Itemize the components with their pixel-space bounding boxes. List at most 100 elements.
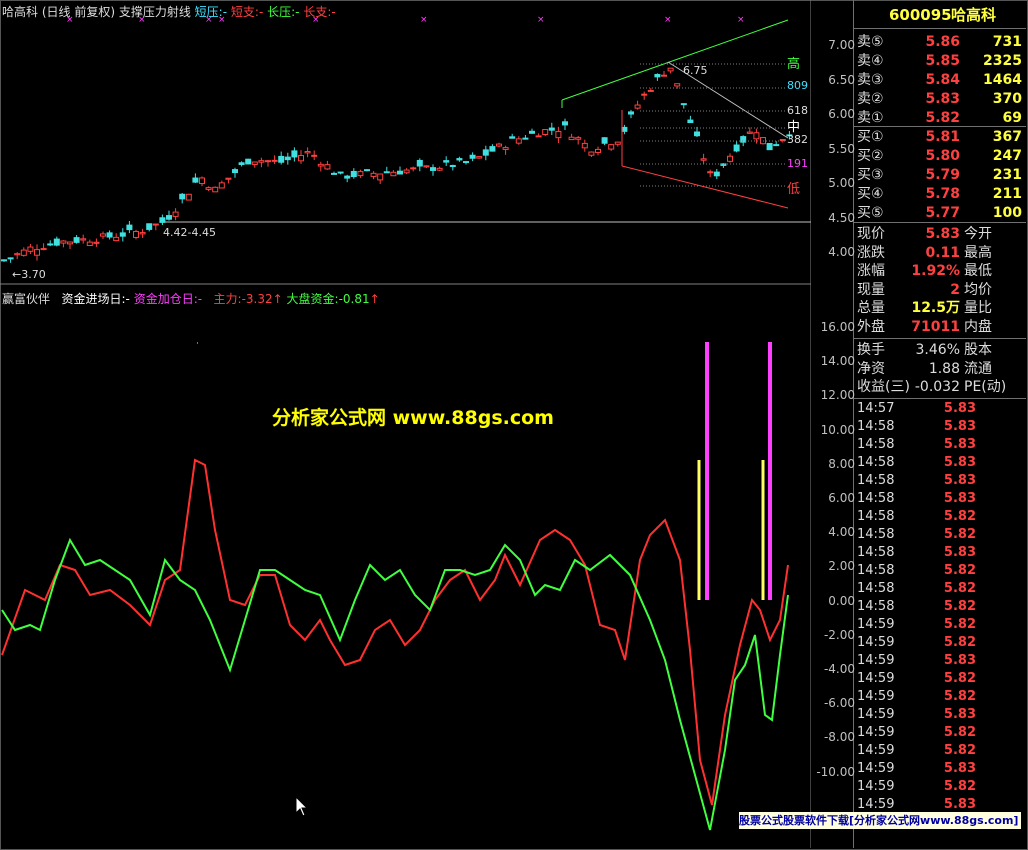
stat-tail: 流通 xyxy=(964,360,992,377)
candle-body xyxy=(146,223,153,230)
stat-label: 收益(三) xyxy=(857,379,910,395)
indicator-header: 赢富伙伴 资金进场日:- 资金加仓日:- 主力:-3.32↑ 大盘资金:-0.8… xyxy=(2,290,380,307)
candle-body xyxy=(746,131,753,134)
buy-label: 买① xyxy=(857,129,884,145)
main-force-value: -3.32 xyxy=(241,292,273,306)
candle-body xyxy=(133,231,139,238)
candle-body xyxy=(430,167,436,171)
candle-body xyxy=(509,136,516,139)
tick-price: 5.82 xyxy=(943,563,976,578)
candle-body xyxy=(337,171,344,174)
sell-price: 5.82 xyxy=(925,110,960,126)
market-fund-line xyxy=(1,537,789,831)
candle-body xyxy=(601,137,608,144)
indicator-name: 赢富伙伴 xyxy=(2,292,51,306)
tick-price: 5.83 xyxy=(943,653,976,668)
candle-body xyxy=(67,241,73,245)
stat-label: 总量 xyxy=(857,300,885,316)
quote-title: 600095 哈高科 xyxy=(811,6,1026,24)
candle-body xyxy=(562,121,568,126)
tick-time: 14:58 xyxy=(857,527,895,542)
tick-price: 5.83 xyxy=(943,437,976,452)
tick-time: 14:59 xyxy=(857,689,895,704)
candle-body xyxy=(199,177,205,185)
tick-time: 14:58 xyxy=(857,509,895,524)
tick-row: 14:59 5.83 xyxy=(811,706,1026,724)
tick-time: 14:59 xyxy=(857,779,895,794)
candle-body xyxy=(436,167,443,171)
tick-row: 14:59 5.82 xyxy=(811,616,1026,634)
short-support-value: - xyxy=(258,5,264,19)
buy-price: 5.80 xyxy=(925,148,960,164)
candle-body xyxy=(113,236,120,242)
tick-price: 5.82 xyxy=(943,509,976,524)
buy-row: 买④ 5.78 211 xyxy=(811,185,1026,203)
candle-body xyxy=(179,193,186,200)
buy-volume: 100 xyxy=(992,205,1022,221)
entry-day-value: - xyxy=(125,292,130,306)
candle-body xyxy=(654,73,661,78)
candle-body xyxy=(331,172,337,175)
candle-body xyxy=(47,243,54,246)
buy-label: 买③ xyxy=(857,167,884,183)
candle-body xyxy=(667,67,674,72)
stat-row: 净资 1.88 流通 xyxy=(811,360,1026,378)
fib-809: 809 xyxy=(787,79,808,92)
candle-body xyxy=(614,141,621,145)
tick-price: 5.82 xyxy=(943,725,976,740)
candle-body xyxy=(727,155,733,162)
candle-body xyxy=(581,142,588,149)
buy-row: 买② 5.80 247 xyxy=(811,147,1026,165)
candle-body xyxy=(713,171,720,177)
long-support-value: - xyxy=(331,5,336,19)
candle-body xyxy=(317,163,324,167)
buy-label: 买⑤ xyxy=(857,205,884,221)
watermark: 分析家公式网 www.88gs.com xyxy=(272,407,554,429)
buy-row: 买⑤ 5.77 100 xyxy=(811,204,1026,222)
download-banner[interactable]: 股票公式股票软件下载[分析家公式网www.88gs.com] xyxy=(739,812,1021,829)
candle-body xyxy=(284,156,291,161)
sell-row: 卖② 5.83 370 xyxy=(811,90,1026,108)
stat-value: 71011 xyxy=(911,318,960,335)
candle-body xyxy=(364,169,370,172)
tick-price: 5.82 xyxy=(943,527,976,542)
tick-price: 5.83 xyxy=(943,455,976,470)
candle-body xyxy=(139,232,146,235)
sell-row: 卖⑤ 5.86 731 xyxy=(811,33,1026,51)
add-day-value: - xyxy=(197,292,203,306)
buy-volume: 211 xyxy=(992,186,1022,202)
candle-body xyxy=(172,211,179,217)
tick-row: 14:59 5.82 xyxy=(811,688,1026,706)
candle-body xyxy=(159,217,166,223)
short-resistance-value: - xyxy=(222,5,228,19)
candle-body xyxy=(588,151,595,156)
candle-body xyxy=(529,130,535,134)
candle-body xyxy=(687,119,694,124)
separator xyxy=(853,28,1026,29)
candle-body xyxy=(238,162,245,166)
stat-label: 涨跌 xyxy=(857,244,885,261)
candle-body xyxy=(86,241,93,247)
tick-price: 5.83 xyxy=(943,401,976,416)
candle-body xyxy=(403,169,410,174)
fib-191: 191 xyxy=(787,157,808,170)
chart-header: 哈高科 (日线 前复权) 支撑压力射线 短压:- 短支:- 长压:- 长支:- xyxy=(2,3,336,20)
candle-body xyxy=(34,249,40,256)
candle-body xyxy=(377,173,384,181)
buy-volume: 367 xyxy=(992,129,1022,145)
candle-body xyxy=(1,259,7,262)
candle-body xyxy=(423,165,430,168)
candle-body xyxy=(106,232,113,238)
candle-body xyxy=(515,138,522,144)
candle-body xyxy=(753,132,760,140)
main-force-line xyxy=(1,458,789,806)
tick-price: 5.82 xyxy=(943,617,976,632)
candle-body xyxy=(621,126,628,132)
candle-body xyxy=(218,182,225,189)
main-force-arrow-icon: ↑ xyxy=(272,292,283,306)
stat-value: 2 xyxy=(950,281,960,298)
tick-row: 14:58 5.83 xyxy=(811,544,1026,562)
candle-body xyxy=(496,143,502,147)
marker-icon: × xyxy=(537,15,545,25)
candle-body xyxy=(647,89,654,92)
